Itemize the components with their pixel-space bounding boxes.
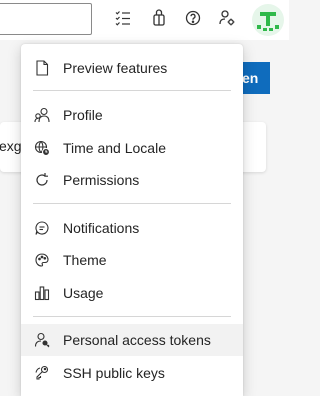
menu-item-label: SSH public keys xyxy=(63,365,165,381)
document-icon xyxy=(34,60,50,76)
menu-item-label: Theme xyxy=(63,252,107,268)
chat-icon xyxy=(34,220,50,236)
key-multiple-icon xyxy=(34,365,50,381)
menu-item-theme[interactable]: Theme xyxy=(21,244,243,276)
user-settings-icon[interactable] xyxy=(217,8,237,28)
search-input[interactable] xyxy=(0,3,92,35)
avatar[interactable] xyxy=(252,4,284,36)
menu-item-label: Usage xyxy=(63,285,104,301)
person-key-icon xyxy=(34,332,50,348)
divider xyxy=(33,90,231,91)
menu-item-preview-features[interactable]: Preview features xyxy=(21,52,243,84)
menu-item-profile[interactable]: Profile xyxy=(21,99,243,131)
menu-item-label: Personal access tokens xyxy=(63,332,211,348)
user-settings-menu: Preview features Profile Time and Locale xyxy=(21,44,243,396)
refresh-icon xyxy=(34,172,50,188)
globe-clock-icon xyxy=(34,140,50,156)
menu-item-personal-access-tokens[interactable]: Personal access tokens xyxy=(21,324,243,356)
menu-item-usage[interactable]: Usage xyxy=(21,277,243,309)
menu-item-label: Time and Locale xyxy=(63,140,166,156)
list-check-icon[interactable] xyxy=(113,8,133,28)
menu-item-label: Permissions xyxy=(63,172,140,188)
menu-item-notifications[interactable]: Notifications xyxy=(21,212,243,244)
menu-item-label: Notifications xyxy=(63,220,140,236)
divider xyxy=(33,316,231,317)
help-icon[interactable] xyxy=(183,8,203,28)
profile-icon xyxy=(34,107,50,123)
menu-item-permissions[interactable]: Permissions xyxy=(21,164,243,196)
palette-icon xyxy=(34,252,50,268)
bar-chart-icon xyxy=(34,285,50,301)
menu-item-label: Preview features xyxy=(63,60,168,76)
top-bar xyxy=(0,0,289,40)
menu-item-label: Profile xyxy=(63,107,103,123)
menu-item-time-and-locale[interactable]: Time and Locale xyxy=(21,132,243,164)
divider xyxy=(33,203,231,204)
marketplace-bag-icon[interactable] xyxy=(149,8,169,28)
menu-item-ssh-public-keys[interactable]: SSH public keys xyxy=(21,357,243,389)
card-text: exg xyxy=(0,138,22,154)
